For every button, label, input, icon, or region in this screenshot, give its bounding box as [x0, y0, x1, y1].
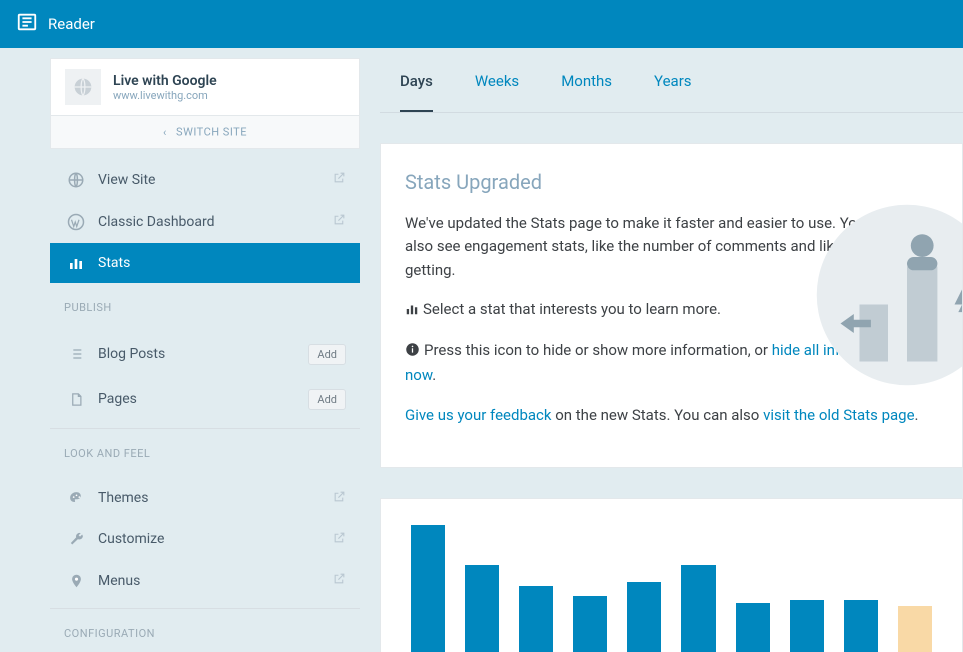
panel-title: Stats Upgraded — [405, 170, 938, 194]
chart-bar[interactable] — [627, 582, 661, 652]
panel-text: Give us your feedback on the new Stats. … — [405, 404, 925, 427]
old-stats-link[interactable]: visit the old Stats page — [763, 406, 914, 424]
info-icon — [405, 341, 420, 364]
external-link-icon — [333, 531, 346, 548]
sidebar-item-label: Classic Dashboard — [98, 214, 215, 230]
tab-weeks[interactable]: Weeks — [475, 48, 519, 112]
stats-chart — [380, 498, 963, 652]
page-icon — [64, 391, 88, 408]
sidebar-item-label: Pages — [98, 391, 137, 407]
section-config: CONFIGURATION — [50, 609, 360, 648]
feedback-link[interactable]: Give us your feedback — [405, 406, 552, 424]
chevron-left-icon: ‹ — [163, 126, 167, 139]
paint-icon — [64, 490, 88, 507]
external-link-icon — [333, 213, 346, 230]
external-link-icon — [333, 490, 346, 507]
add-button[interactable]: Add — [308, 389, 346, 410]
site-name: Live with Google — [113, 73, 217, 89]
sidebar-item-menus[interactable]: Menus — [50, 560, 360, 602]
sidebar-item-blog-posts[interactable]: Blog Posts Add — [50, 332, 360, 377]
sidebar-item-pages[interactable]: Pages Add — [50, 377, 360, 422]
bars-icon — [405, 300, 419, 323]
chart-bar[interactable] — [844, 600, 878, 652]
tab-days[interactable]: Days — [400, 48, 433, 112]
reader-icon — [16, 11, 48, 37]
sidebar: Live with Google www.livewithg.com ‹ SWI… — [50, 48, 360, 652]
chart-bar[interactable] — [411, 525, 445, 652]
topbar: Reader — [0, 0, 963, 48]
chart-bar[interactable] — [790, 600, 824, 652]
tab-years[interactable]: Years — [654, 48, 691, 112]
wordpress-icon — [64, 213, 88, 231]
chart-bar[interactable] — [681, 565, 715, 652]
tabs: Days Weeks Months Years — [380, 48, 963, 113]
sidebar-item-label: View Site — [98, 172, 155, 188]
wrench-icon — [64, 531, 88, 548]
pin-icon — [64, 572, 88, 590]
sidebar-item-label: Customize — [98, 531, 164, 547]
list-icon — [64, 346, 88, 362]
site-url: www.livewithg.com — [113, 89, 217, 102]
section-publish: PUBLISH — [50, 283, 360, 322]
external-link-icon — [333, 171, 346, 188]
sidebar-item-classic-dashboard[interactable]: Classic Dashboard — [50, 201, 360, 243]
add-button[interactable]: Add — [308, 344, 346, 365]
chart-bar[interactable] — [465, 565, 499, 652]
sidebar-item-view-site[interactable]: View Site — [50, 159, 360, 201]
switch-site-label: SWITCH SITE — [176, 126, 247, 139]
site-card[interactable]: Live with Google www.livewithg.com — [50, 58, 360, 116]
sidebar-item-customize[interactable]: Customize — [50, 519, 360, 560]
chart-bar[interactable] — [898, 606, 932, 652]
section-look: LOOK AND FEEL — [50, 429, 360, 468]
main: Days Weeks Months Years Stats Upgraded We'v… — [360, 48, 963, 652]
stats-illustration — [812, 200, 963, 390]
topbar-title[interactable]: Reader — [48, 15, 95, 33]
stats-upgraded-panel: Stats Upgraded We've updated the Stats p… — [380, 143, 963, 468]
chart-bar[interactable] — [736, 603, 770, 652]
sidebar-item-stats[interactable]: Stats — [50, 243, 360, 283]
chart-bar[interactable] — [573, 596, 607, 652]
sidebar-item-label: Blog Posts — [98, 346, 165, 362]
sidebar-item-label: Menus — [98, 573, 140, 589]
site-avatar-icon — [65, 69, 101, 105]
chart-bar[interactable] — [519, 586, 553, 652]
globe-icon — [64, 171, 88, 189]
bars-icon — [64, 255, 88, 271]
tab-months[interactable]: Months — [561, 48, 612, 112]
sidebar-item-themes[interactable]: Themes — [50, 478, 360, 519]
sidebar-item-label: Stats — [98, 255, 130, 271]
sidebar-item-label: Themes — [98, 490, 148, 506]
switch-site-button[interactable]: ‹ SWITCH SITE — [50, 116, 360, 149]
external-link-icon — [333, 572, 346, 589]
